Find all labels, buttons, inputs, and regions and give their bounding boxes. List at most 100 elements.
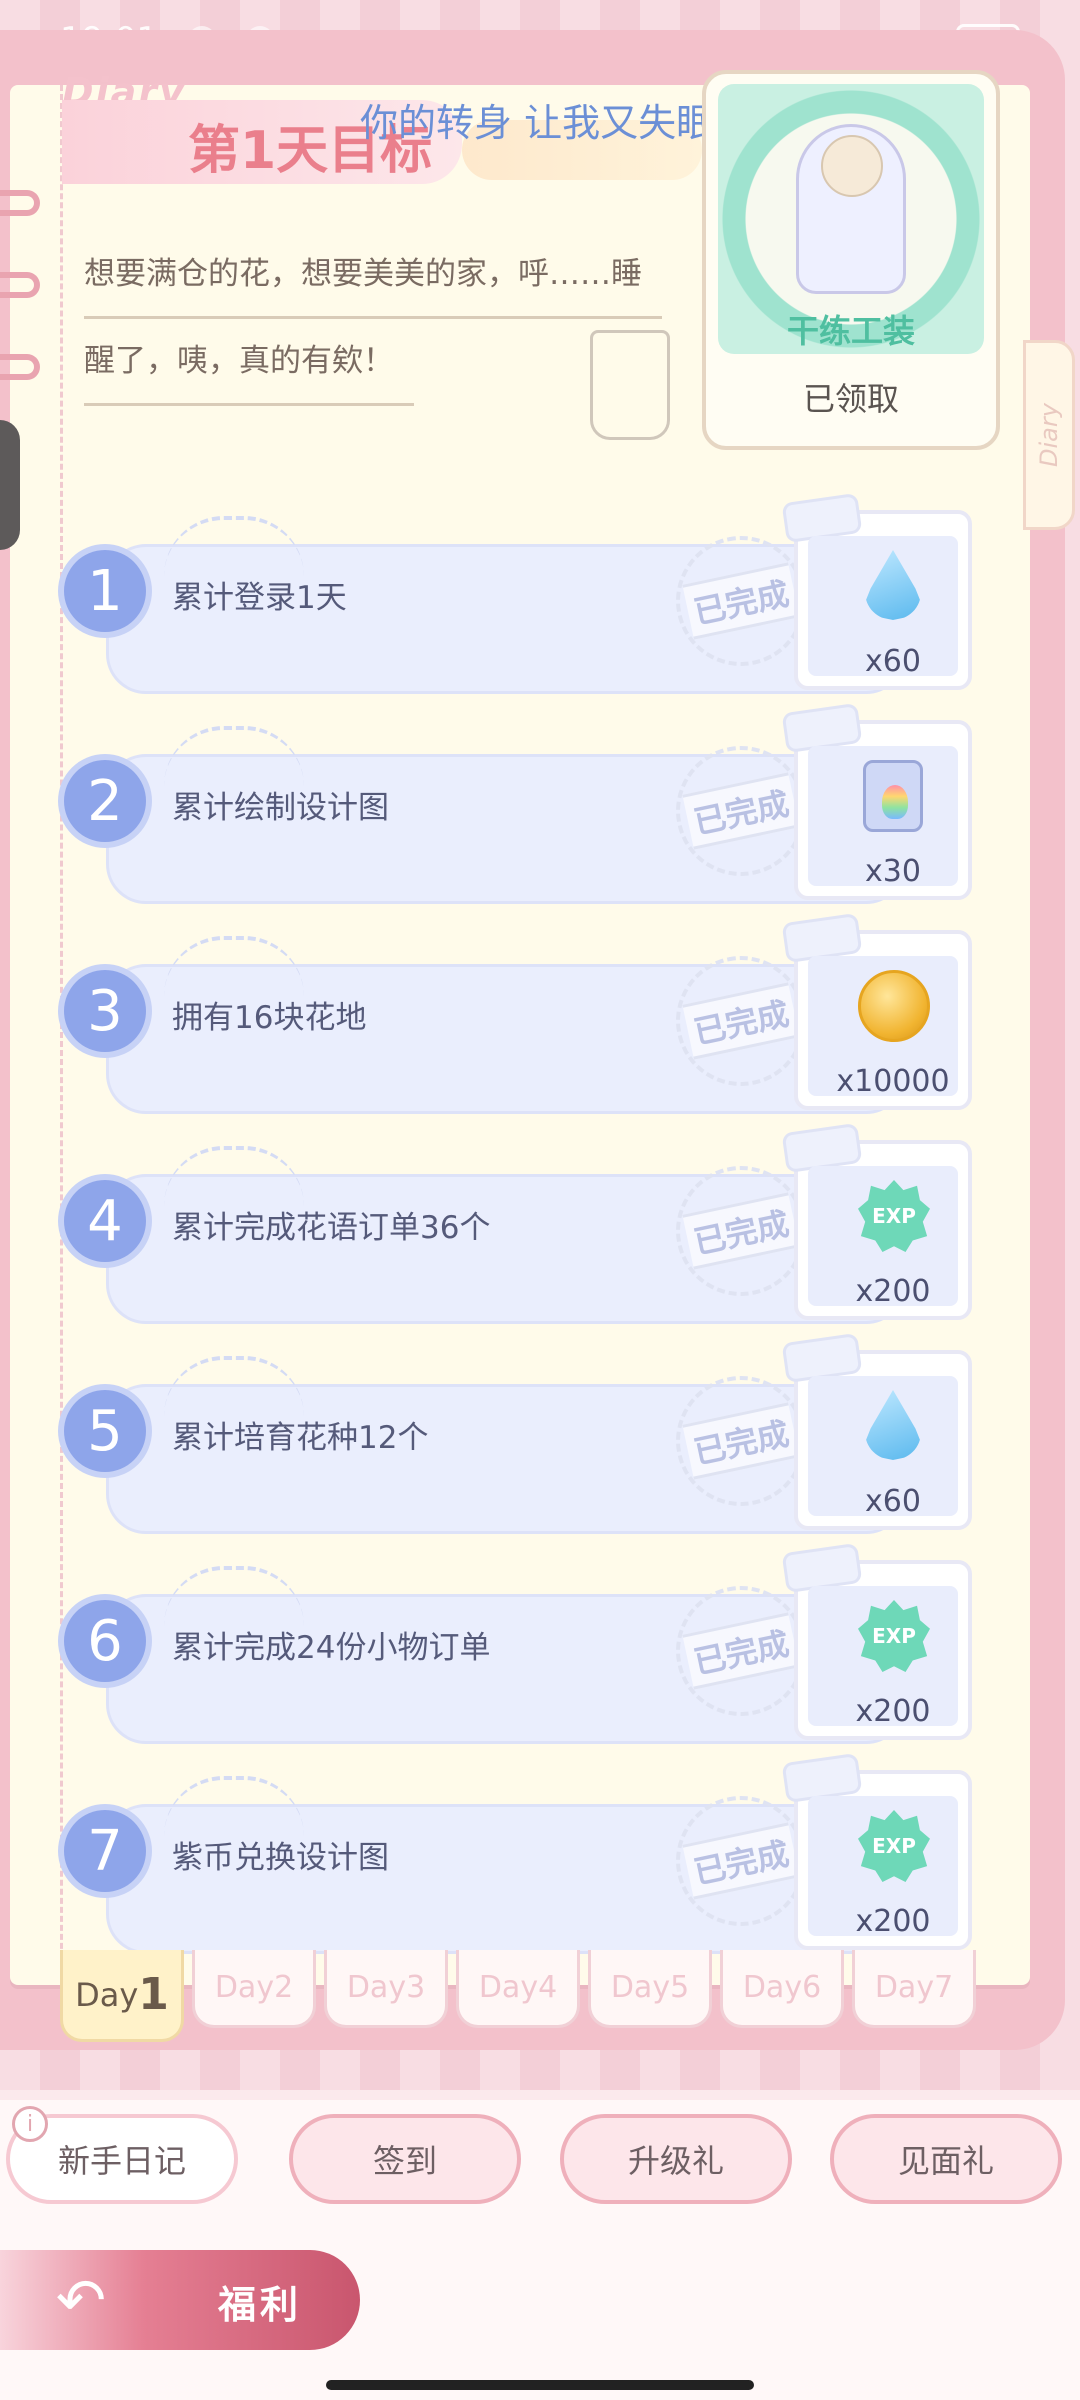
- side-tab-label: Diary: [1035, 403, 1063, 467]
- task-reward-box[interactable]: x30: [781, 702, 972, 900]
- task-label: 累计绘制设计图: [172, 790, 389, 826]
- reward-quantity: x200: [855, 1904, 931, 1939]
- task-arc-decoration: [164, 936, 304, 996]
- outfit-reward-card[interactable]: 干练工装 已领取: [702, 70, 1000, 450]
- paint-bag-icon: [858, 760, 928, 836]
- task-reward-box[interactable]: x60: [781, 492, 972, 690]
- task-arc-decoration: [164, 1146, 304, 1206]
- task-arc-decoration: [164, 516, 304, 576]
- reward-quantity: x30: [865, 854, 921, 889]
- task-number: 2: [64, 760, 146, 842]
- intro-line-2: 醒了，咦，真的有欸！: [84, 319, 414, 406]
- task-row: 2 累计绘制设计图 已完成 x30: [64, 702, 974, 904]
- welfare-label: 福利: [218, 2283, 303, 2327]
- exp-badge-icon: EXP: [858, 1180, 930, 1256]
- reward-quantity: x10000: [836, 1064, 950, 1099]
- completed-stamp-text: 已完成: [682, 982, 800, 1060]
- intro-line-1: 想要满仓的花，想要美美的家，呼……睡: [84, 232, 662, 319]
- day-tabs: Day 1 Day2 Day3 Day4 Day5 Day6 Day7: [60, 1950, 976, 2042]
- task-label: 累计完成24份小物订单: [172, 1630, 491, 1666]
- tab-day2[interactable]: Day2: [192, 1950, 316, 2028]
- nav-sign-in[interactable]: 签到: [289, 2114, 521, 2204]
- task-reward-box[interactable]: EXP x200: [781, 1122, 972, 1320]
- reward-box-inner: x60: [808, 536, 958, 679]
- task-reward-box[interactable]: EXP x200: [781, 1542, 972, 1740]
- tab-day1-prefix: Day: [75, 1975, 139, 2014]
- exp-badge-icon: EXP: [858, 1810, 930, 1886]
- tab-day3[interactable]: Day3: [324, 1950, 448, 2028]
- task-number: 4: [64, 1180, 146, 1262]
- tab-day1-number: 1: [138, 1969, 169, 2020]
- completed-stamp-text: 已完成: [682, 1192, 800, 1270]
- task-label: 累计完成花语订单36个: [172, 1210, 491, 1246]
- nav-level-gift[interactable]: 升级礼: [560, 2114, 792, 2204]
- task-number: 5: [64, 1390, 146, 1472]
- task-row: 1 累计登录1天 已完成 x60: [64, 492, 974, 694]
- task-label: 累计培育花种12个: [172, 1420, 429, 1456]
- completed-stamp-text: 已完成: [682, 1612, 800, 1690]
- task-number: 1: [64, 550, 146, 632]
- outfit-claim-status: 已领取: [802, 380, 899, 418]
- completed-stamp-text: 已完成: [682, 1822, 800, 1900]
- binder-ring: [0, 272, 40, 298]
- task-row: 4 累计完成花语订单36个 已完成 EXP x200: [64, 1122, 974, 1324]
- task-reward-box[interactable]: EXP x200: [781, 1752, 972, 1950]
- task-label: 拥有16块花地: [172, 1000, 367, 1036]
- task-reward-box[interactable]: x60: [781, 1332, 972, 1530]
- reward-quantity: x60: [865, 1484, 921, 1519]
- tab-day4[interactable]: Day4: [456, 1950, 580, 2028]
- tab-day5[interactable]: Day5: [588, 1950, 712, 2028]
- reward-box-inner: x10000: [808, 956, 958, 1099]
- exp-text: EXP: [872, 1834, 916, 1858]
- tab-day6[interactable]: Day6: [720, 1950, 844, 2028]
- reward-box-inner: x30: [808, 746, 958, 889]
- margin-line: [60, 85, 63, 1985]
- home-indicator[interactable]: [326, 2380, 754, 2390]
- binder-ring: [0, 354, 40, 380]
- left-arrow-handle[interactable]: [0, 420, 20, 550]
- reward-quantity: x200: [855, 1274, 931, 1309]
- reward-quantity: x60: [865, 644, 921, 679]
- tab-day7[interactable]: Day7: [852, 1950, 976, 2028]
- completed-stamp-text: 已完成: [682, 562, 800, 640]
- binder-ring: [0, 190, 40, 216]
- task-number: 3: [64, 970, 146, 1052]
- task-row: 7 紫币兑换设计图 已完成 EXP x200: [64, 1752, 974, 1954]
- drink-cup-icon: [590, 330, 670, 440]
- water-drop-icon: [858, 550, 928, 626]
- outfit-portrait: 干练工装: [718, 84, 984, 354]
- completed-stamp-text: 已完成: [682, 772, 800, 850]
- reward-box-inner: EXP x200: [808, 1586, 958, 1729]
- task-number: 7: [64, 1810, 146, 1892]
- task-label: 累计登录1天: [172, 580, 347, 616]
- reward-box-inner: x60: [808, 1376, 958, 1519]
- back-arrow-icon[interactable]: ↶: [46, 2266, 116, 2336]
- water-drop-icon: [858, 1390, 928, 1466]
- completed-stamp-text: 已完成: [682, 1402, 800, 1480]
- tab-day1[interactable]: Day 1: [60, 1950, 184, 2042]
- exp-text: EXP: [872, 1624, 916, 1648]
- task-arc-decoration: [164, 726, 304, 786]
- reward-quantity: x200: [855, 1694, 931, 1729]
- outfit-name: 干练工装: [786, 312, 915, 350]
- task-arc-decoration: [164, 1356, 304, 1416]
- character-figure-icon: [796, 124, 906, 294]
- task-arc-decoration: [164, 1566, 304, 1626]
- task-row: 6 累计完成24份小物订单 已完成 EXP x200: [64, 1542, 974, 1744]
- side-tab-diary[interactable]: Diary: [1023, 340, 1075, 530]
- task-reward-box[interactable]: x10000: [781, 912, 972, 1110]
- exp-badge-icon: EXP: [858, 1600, 930, 1676]
- reward-box-inner: EXP x200: [808, 1166, 958, 1309]
- task-row: 3 拥有16块花地 已完成 x10000: [64, 912, 974, 1114]
- gold-coin-icon: [858, 970, 930, 1046]
- task-label: 紫币兑换设计图: [172, 1840, 389, 1876]
- exp-text: EXP: [872, 1204, 916, 1228]
- task-row: 5 累计培育花种12个 已完成 x60: [64, 1332, 974, 1534]
- task-arc-decoration: [164, 1776, 304, 1836]
- nav-welcome-gift[interactable]: 见面礼: [830, 2114, 1062, 2204]
- info-icon[interactable]: i: [12, 2106, 48, 2142]
- task-number: 6: [64, 1600, 146, 1682]
- binder-rings: [0, 190, 56, 436]
- reward-box-inner: EXP x200: [808, 1796, 958, 1939]
- lyric-overlay: 你的转身 让我又失眠: [360, 101, 715, 145]
